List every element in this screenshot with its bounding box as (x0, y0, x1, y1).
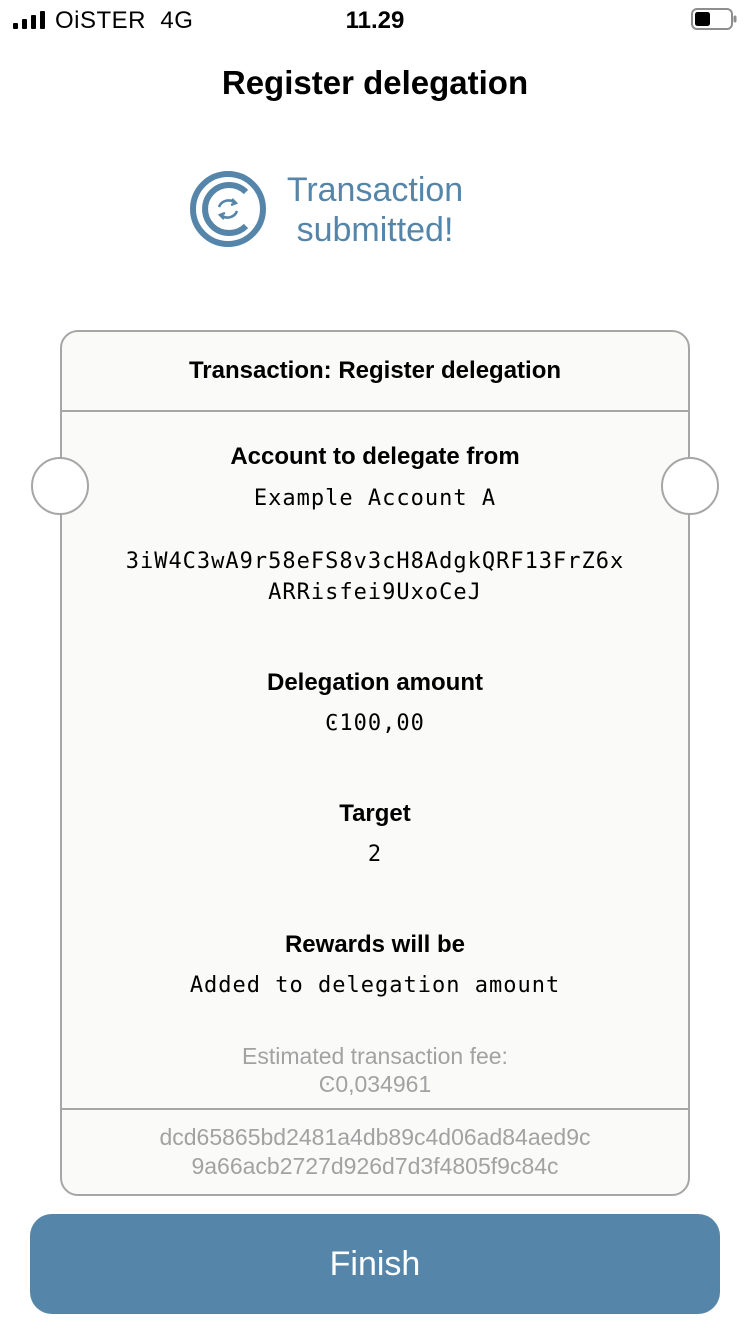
status-bar: OiSTER 4G 11.29 (0, 0, 750, 40)
delegation-amount-label: Delegation amount (266, 669, 483, 696)
receipt-header: Transaction: Register delegation (62, 332, 688, 412)
account-address-line-2: ARRisfei9UxoCeJ (268, 580, 482, 605)
page-title: Register delegation (221, 64, 529, 101)
delegation-amount-value: Ͼ100,00 (325, 711, 425, 736)
rewards-label: Rewards will be (284, 931, 466, 958)
account-name: Example Account A (253, 486, 497, 511)
estimated-fee-value: Ͼ0,034961 (318, 1071, 432, 1097)
account-address: 3iW4C3wA9r58eFS8v3cH8AdgkQRF13FrZ6x ARRi… (62, 546, 688, 608)
submitted-line-1: Transaction (286, 171, 464, 209)
transaction-hash-line-1: dcd65865bd2481a4db89c4d06ad84aed9c (159, 1124, 591, 1150)
target-value: 2 (367, 842, 383, 867)
transaction-receipt-card: Transaction: Register delegation Account… (31, 330, 719, 1196)
estimated-fee-label: Estimated transaction fee: (242, 1043, 508, 1069)
account-label: Account to delegate from (230, 443, 520, 470)
clock: 11.29 (345, 7, 405, 34)
target-label: Target (339, 800, 411, 827)
transaction-submitted-message: Transaction submitted! (270, 170, 480, 250)
register-delegation-screen: OiSTER 4G 11.29 Register delegation Tran… (0, 0, 750, 1334)
battery-icon (691, 8, 737, 30)
transaction-hash-line-2: 9a66acb2727d926d7d3f4805f9c84c (191, 1153, 559, 1179)
rewards-value: Added to delegation amount (189, 973, 561, 998)
concordium-logo-icon (190, 171, 266, 247)
submitted-line-2: submitted! (296, 211, 454, 249)
transaction-hash: dcd65865bd2481a4db89c4d06ad84aed9c 9a66a… (62, 1108, 688, 1194)
finish-button[interactable]: Finish (30, 1214, 720, 1314)
account-address-line-1: 3iW4C3wA9r58eFS8v3cH8AdgkQRF13FrZ6x (125, 549, 625, 574)
